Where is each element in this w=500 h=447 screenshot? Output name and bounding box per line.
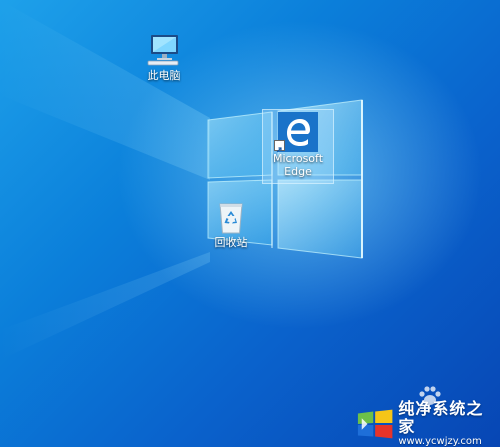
watermark-url: www.ycwjzy.com: [398, 436, 482, 447]
desktop-icon-this-pc[interactable]: 此电脑: [128, 28, 200, 86]
shortcut-arrow-icon: [274, 140, 285, 153]
desktop-icon-microsoft-edge[interactable]: Microsoft Edge: [262, 109, 334, 184]
computer-icon: [147, 35, 179, 66]
site-logo-icon: [357, 409, 393, 439]
desktop-icon-label: Microsoft Edge: [272, 152, 324, 178]
desktop-icon-label: 此电脑: [147, 69, 181, 82]
site-watermark: 纯净系统之家 www.ycwjzy.com: [356, 400, 496, 447]
desktop[interactable]: 此电脑 Microsoft Edge 回收站 纯净系统之家 www.ycwjzy…: [0, 0, 500, 447]
recycle-bin-icon: [219, 203, 243, 234]
desktop-icon-label: 回收站: [214, 236, 248, 249]
desktop-icon-recycle-bin[interactable]: 回收站: [195, 195, 267, 253]
watermark-title: 纯净系统之家: [398, 399, 484, 436]
